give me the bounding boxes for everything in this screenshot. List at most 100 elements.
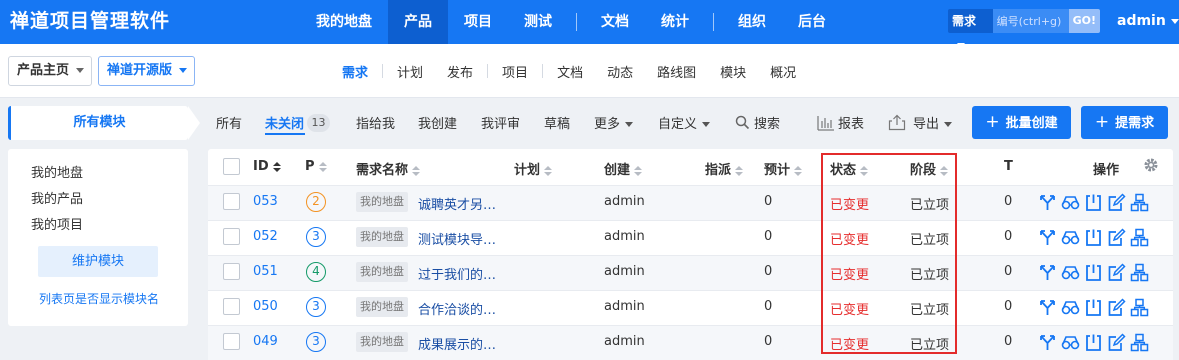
table-row[interactable]	[208, 325, 1173, 360]
nav-product[interactable]: 产品	[388, 0, 448, 44]
story-title-link[interactable]: 合作洽谈的…	[418, 299, 496, 318]
subnav-doc[interactable]: 文档	[545, 62, 595, 81]
subnav-overview[interactable]: 概况	[758, 62, 808, 81]
subnav-roadmap[interactable]: 路线图	[645, 62, 708, 81]
story-title-link[interactable]: 成果展示的…	[418, 334, 496, 353]
nav-project[interactable]: 项目	[448, 0, 508, 44]
subnav-dynamic[interactable]: 动态	[595, 62, 645, 81]
search-type-select[interactable]: 需求	[948, 9, 993, 48]
col-header-creator[interactable]: 创建	[604, 159, 643, 178]
col-header-t[interactable]: T	[1004, 159, 1013, 174]
subnav-story[interactable]: 需求	[330, 62, 380, 81]
edit-icon[interactable]	[1107, 298, 1126, 317]
subnav-project[interactable]: 项目	[490, 62, 540, 81]
subnav-release[interactable]: 发布	[435, 62, 485, 81]
submit-story-button[interactable]: + 提需求	[1081, 106, 1168, 139]
search-go-button[interactable]: GO!	[1068, 9, 1100, 33]
story-id-link[interactable]: 049	[253, 334, 278, 349]
nav-report[interactable]: 统计	[645, 0, 705, 44]
row-checkbox[interactable]	[223, 193, 240, 210]
search-toggle-button[interactable]: 搜索	[735, 113, 780, 132]
subnav-plan[interactable]: 计划	[385, 62, 435, 81]
nav-test[interactable]: 测试	[508, 0, 568, 44]
select-all-checkbox[interactable]	[223, 158, 240, 175]
story-title-link[interactable]: 过于我们的…	[418, 264, 496, 283]
filter-reviewed-by-me[interactable]: 我评审	[481, 113, 520, 132]
review-icon[interactable]	[1061, 193, 1080, 212]
export-dropdown[interactable]: 导出	[888, 113, 953, 132]
col-header-pri[interactable]: P	[305, 159, 327, 174]
review-icon[interactable]	[1061, 298, 1080, 317]
change-story-icon[interactable]	[1038, 193, 1057, 212]
filter-more-dropdown[interactable]: 更多	[594, 113, 634, 132]
gear-icon[interactable]	[1143, 157, 1159, 173]
sidebar-all-modules[interactable]: 所有模块	[8, 106, 200, 140]
review-icon[interactable]	[1061, 228, 1080, 247]
close-story-icon[interactable]	[1084, 228, 1103, 247]
edit-icon[interactable]	[1107, 228, 1126, 247]
sidebar-item-my-product[interactable]: 我的产品	[31, 188, 83, 207]
col-header-estimate[interactable]: 预计	[764, 159, 803, 178]
priority-badge: 3	[306, 227, 326, 247]
col-header-name[interactable]: 需求名称	[356, 159, 421, 178]
sidebar-item-my-dashboard[interactable]: 我的地盘	[31, 162, 83, 181]
table-row[interactable]	[208, 185, 1173, 220]
search-input[interactable]	[992, 9, 1069, 33]
col-header-plan[interactable]: 计划	[514, 159, 553, 178]
change-story-icon[interactable]	[1038, 228, 1057, 247]
breadcrumb-home[interactable]: 产品主页	[8, 56, 93, 86]
table-row[interactable]	[208, 220, 1173, 255]
create-case-icon[interactable]	[1130, 298, 1149, 317]
change-story-icon[interactable]	[1038, 263, 1057, 282]
batch-create-button[interactable]: + 批量创建	[972, 106, 1071, 139]
close-story-icon[interactable]	[1084, 193, 1103, 212]
sidebar-item-my-project[interactable]: 我的项目	[31, 214, 83, 233]
filter-unclosed[interactable]: 未关闭	[265, 113, 304, 132]
col-header-id[interactable]: ID	[253, 159, 281, 174]
maintain-module-button[interactable]: 维护模块	[38, 246, 158, 277]
table-row[interactable]	[208, 255, 1173, 290]
create-case-icon[interactable]	[1130, 193, 1149, 212]
change-story-icon[interactable]	[1038, 333, 1057, 352]
create-case-icon[interactable]	[1130, 228, 1149, 247]
table-row[interactable]	[208, 290, 1173, 325]
create-case-icon[interactable]	[1130, 333, 1149, 352]
story-id-link[interactable]: 053	[253, 194, 278, 209]
report-button[interactable]: 报表	[817, 113, 864, 132]
change-story-icon[interactable]	[1038, 298, 1057, 317]
nav-company[interactable]: 组织	[722, 0, 782, 44]
story-id-link[interactable]: 052	[253, 229, 278, 244]
subnav-module[interactable]: 模块	[708, 62, 758, 81]
story-title-link[interactable]: 测试模块导…	[418, 229, 496, 248]
story-id-link[interactable]: 051	[253, 264, 278, 279]
user-menu[interactable]: admin	[1117, 0, 1179, 44]
close-story-icon[interactable]	[1084, 263, 1103, 282]
col-header-assign[interactable]: 指派	[705, 159, 744, 178]
edit-icon[interactable]	[1107, 333, 1126, 352]
edit-icon[interactable]	[1107, 263, 1126, 282]
filter-assigned-to-me[interactable]: 指给我	[356, 113, 395, 132]
row-checkbox[interactable]	[223, 298, 240, 315]
nav-my-dashboard[interactable]: 我的地盘	[300, 0, 388, 44]
row-checkbox[interactable]	[223, 333, 240, 350]
show-module-name-link[interactable]: 列表页是否显示模块名	[39, 290, 159, 307]
close-story-icon[interactable]	[1084, 333, 1103, 352]
review-icon[interactable]	[1061, 333, 1080, 352]
story-id-link[interactable]: 050	[253, 299, 278, 314]
close-story-icon[interactable]	[1084, 298, 1103, 317]
row-checkbox[interactable]	[223, 263, 240, 280]
review-icon[interactable]	[1061, 263, 1080, 282]
nav-doc[interactable]: 文档	[585, 0, 645, 44]
app-title[interactable]: 禅道项目管理软件	[10, 0, 170, 44]
filter-custom-dropdown[interactable]: 自定义	[658, 113, 711, 132]
filter-draft[interactable]: 草稿	[544, 113, 570, 132]
col-creator-label: 创建	[604, 163, 631, 178]
nav-admin[interactable]: 后台	[782, 0, 842, 44]
filter-all[interactable]: 所有	[216, 113, 242, 132]
row-checkbox[interactable]	[223, 228, 240, 245]
breadcrumb-product[interactable]: 禅道开源版	[98, 56, 196, 86]
create-case-icon[interactable]	[1130, 263, 1149, 282]
filter-created-by-me[interactable]: 我创建	[418, 113, 457, 132]
story-title-link[interactable]: 诚聘英才另…	[418, 194, 496, 213]
edit-icon[interactable]	[1107, 193, 1126, 212]
